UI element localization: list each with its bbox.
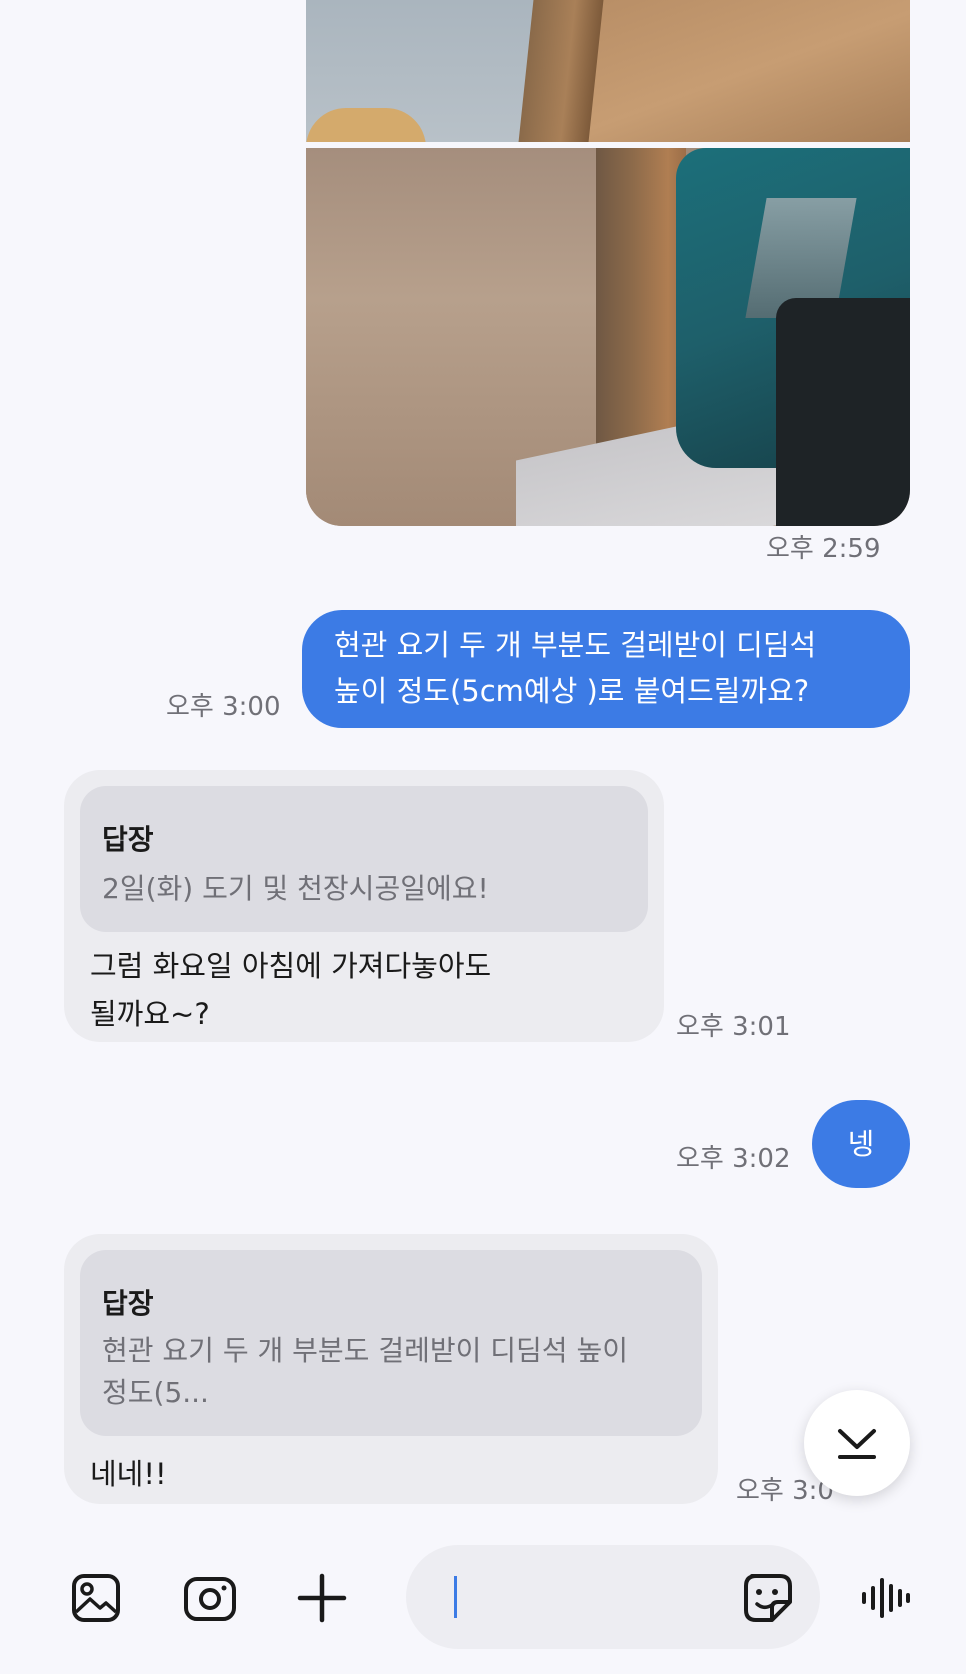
out1-line2: 높이 정도(5cm예상 )로 붙여드릴까요? [334,674,810,708]
reply-quote-title-2: 답장 [102,1287,154,1320]
out2-text: 넹 [847,1127,875,1161]
in2-text: 네네!! [90,1457,167,1491]
reply-quote-title: 답장 [102,823,154,856]
photo-timestamp: 오후 2:59 [766,534,881,564]
incoming-message-bubble[interactable]: 답장 2일(화) 도기 및 천장시공일에요! 그럼 화요일 아침에 가져다놓아도… [64,770,664,1042]
gallery-icon [72,1574,120,1622]
reply-quote-text: 2일(화) 도기 및 천장시공일에요! [102,872,489,905]
out2-timestamp: 오후 3:02 [676,1144,791,1174]
text-cursor [454,1576,457,1618]
gallery-button[interactable] [68,1570,124,1626]
photo-fur-area [306,108,426,142]
voice-button[interactable] [858,1570,914,1626]
photo-attachment-1[interactable] [306,0,910,142]
reply-quote-2[interactable]: 답장 현관 요기 두 개 부분도 걸레받이 디딤석 높이 정도(5... [80,1250,702,1436]
out1-line1: 현관 요기 두 개 부분도 걸레받이 디딤석 [334,628,817,662]
incoming-message-bubble-2[interactable]: 답장 현관 요기 두 개 부분도 걸레받이 디딤석 높이 정도(5... 네네!… [64,1234,718,1504]
photo-tool-handle [776,298,910,526]
out1-timestamp: 오후 3:00 [166,692,281,722]
sticker-icon [744,1574,792,1622]
reply-quote[interactable]: 답장 2일(화) 도기 및 천장시공일에요! [80,786,648,932]
plus-icon [297,1573,347,1623]
photo-attachment-2[interactable] [306,148,910,526]
chevron-down-icon [838,1429,876,1459]
in1-timestamp: 오후 3:01 [676,1012,791,1042]
plus-button[interactable] [294,1570,350,1626]
photo-floor-area [586,0,910,142]
photo-wood-edge [518,0,604,142]
camera-icon [184,1577,236,1621]
camera-button[interactable] [182,1570,238,1626]
reply-quote-line1: 현관 요기 두 개 부분도 걸레받이 디딤석 높이 [102,1334,628,1367]
voice-icon [862,1578,910,1618]
in1-line2: 될까요~? [90,997,210,1031]
sticker-button[interactable] [740,1570,796,1626]
photo-door-jamb [596,148,686,448]
outgoing-message-bubble[interactable]: 현관 요기 두 개 부분도 걸레받이 디딤석 높이 정도(5cm예상 )로 붙여… [302,610,910,728]
scroll-to-bottom-button[interactable] [804,1390,910,1496]
in1-line1: 그럼 화요일 아침에 가져다놓아도 [90,949,492,983]
reply-quote-line2: 정도(5... [102,1376,209,1409]
outgoing-message-bubble-short[interactable]: 넹 [812,1100,910,1188]
